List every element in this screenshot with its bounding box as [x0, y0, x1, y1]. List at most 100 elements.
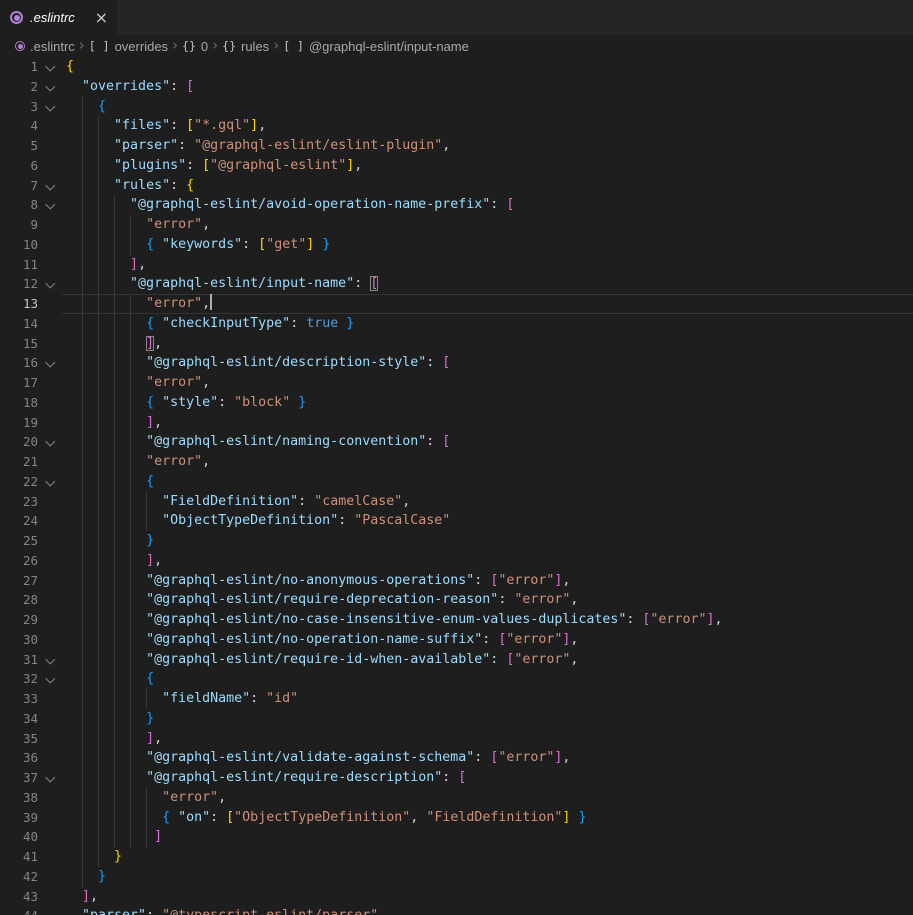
- code-line[interactable]: 21 "error",: [0, 452, 913, 472]
- fold-chevron-icon[interactable]: [46, 674, 55, 683]
- code-line[interactable]: 8 "@graphql-eslint/avoid-operation-name-…: [0, 195, 913, 215]
- code-line-content[interactable]: "@graphql-eslint/require-deprecation-rea…: [62, 590, 913, 610]
- code-line[interactable]: 35 ],: [0, 729, 913, 749]
- code-line-content[interactable]: }: [62, 847, 913, 867]
- code-area[interactable]: 1{2 "overrides": [3 {4 "files": ["*.gql"…: [0, 57, 913, 915]
- fold-chevron-icon[interactable]: [46, 62, 55, 71]
- fold-chevron-icon[interactable]: [46, 180, 55, 189]
- code-line-content[interactable]: "@graphql-eslint/description-style": [: [62, 353, 913, 373]
- code-line[interactable]: 44 "parser": "@typescript-eslint/parser"…: [0, 906, 913, 915]
- code-line[interactable]: 25 }: [0, 531, 913, 551]
- code-line[interactable]: 30 "@graphql-eslint/no-operation-name-su…: [0, 630, 913, 650]
- code-line-content[interactable]: ],: [62, 413, 913, 433]
- code-line[interactable]: 11 ],: [0, 255, 913, 275]
- code-line[interactable]: 4 "files": ["*.gql"],: [0, 116, 913, 136]
- code-line-content[interactable]: ],: [62, 334, 913, 354]
- code-line-content[interactable]: "error",: [62, 215, 913, 235]
- breadcrumb-item[interactable]: [ ]@graphql-eslint/input-name: [283, 39, 469, 54]
- breadcrumb-item[interactable]: .eslintrc: [15, 39, 75, 54]
- code-line[interactable]: 2 "overrides": [: [0, 77, 913, 97]
- fold-chevron-icon[interactable]: [46, 773, 55, 782]
- code-line-content[interactable]: }: [62, 867, 913, 887]
- code-line[interactable]: 14 { "checkInputType": true }: [0, 314, 913, 334]
- code-line-content[interactable]: "error",: [62, 788, 913, 808]
- code-line-content[interactable]: { "checkInputType": true }: [62, 314, 913, 334]
- breadcrumb-item[interactable]: {}0: [182, 39, 208, 54]
- code-line-content[interactable]: ],: [62, 729, 913, 749]
- code-line[interactable]: 28 "@graphql-eslint/require-deprecation-…: [0, 590, 913, 610]
- code-line[interactable]: 10 { "keywords": ["get"] }: [0, 235, 913, 255]
- code-line-content[interactable]: "@graphql-eslint/input-name": [: [62, 274, 913, 294]
- code-line-content[interactable]: ],: [62, 255, 913, 275]
- code-line[interactable]: 7 "rules": {: [0, 176, 913, 196]
- code-line-content[interactable]: "fieldName": "id": [62, 689, 913, 709]
- code-line[interactable]: 15 ],: [0, 334, 913, 354]
- code-line-content[interactable]: "@graphql-eslint/no-case-insensitive-enu…: [62, 610, 913, 630]
- code-line[interactable]: 43 ],: [0, 887, 913, 907]
- code-line-content[interactable]: ],: [62, 551, 913, 571]
- fold-chevron-icon[interactable]: [46, 437, 55, 446]
- code-line-content[interactable]: "parser": "@graphql-eslint/eslint-plugin…: [62, 136, 913, 156]
- code-line-content[interactable]: "FieldDefinition": "camelCase",: [62, 492, 913, 512]
- code-line-content[interactable]: "@graphql-eslint/naming-convention": [: [62, 432, 913, 452]
- code-line-content[interactable]: "@graphql-eslint/avoid-operation-name-pr…: [62, 195, 913, 215]
- code-line[interactable]: 34 }: [0, 709, 913, 729]
- code-line[interactable]: 32 {: [0, 669, 913, 689]
- breadcrumb-item[interactable]: {}rules: [222, 39, 269, 54]
- code-line[interactable]: 19 ],: [0, 413, 913, 433]
- code-line-content[interactable]: }: [62, 531, 913, 551]
- code-line[interactable]: 27 "@graphql-eslint/no-anonymous-operati…: [0, 571, 913, 591]
- code-line[interactable]: 6 "plugins": ["@graphql-eslint"],: [0, 156, 913, 176]
- code-line[interactable]: 33 "fieldName": "id": [0, 689, 913, 709]
- code-line[interactable]: 31 "@graphql-eslint/require-id-when-avai…: [0, 650, 913, 670]
- tab-eslintrc[interactable]: .eslintrc ×: [0, 0, 117, 35]
- breadcrumb-item[interactable]: [ ]overrides: [89, 39, 168, 54]
- fold-chevron-icon[interactable]: [46, 476, 55, 485]
- code-line[interactable]: 29 "@graphql-eslint/no-case-insensitive-…: [0, 610, 913, 630]
- code-line-content[interactable]: "error",: [62, 373, 913, 393]
- code-line-content[interactable]: { "keywords": ["get"] }: [62, 235, 913, 255]
- code-line-content[interactable]: }: [62, 709, 913, 729]
- code-line-content[interactable]: "error",: [62, 452, 913, 472]
- code-line-content[interactable]: "files": ["*.gql"],: [62, 116, 913, 136]
- fold-chevron-icon[interactable]: [46, 81, 55, 90]
- code-line-content[interactable]: "parser": "@typescript-eslint/parser",: [62, 906, 913, 915]
- fold-chevron-icon[interactable]: [46, 101, 55, 110]
- code-line-content[interactable]: { "on": ["ObjectTypeDefinition", "FieldD…: [62, 808, 913, 828]
- code-line[interactable]: 40 ]: [0, 827, 913, 847]
- code-line[interactable]: 13 "error",: [0, 294, 913, 314]
- fold-chevron-icon[interactable]: [46, 200, 55, 209]
- code-line[interactable]: 37 "@graphql-eslint/require-description"…: [0, 768, 913, 788]
- code-line[interactable]: 16 "@graphql-eslint/description-style": …: [0, 353, 913, 373]
- fold-chevron-icon[interactable]: [46, 279, 55, 288]
- code-line[interactable]: 12 "@graphql-eslint/input-name": [: [0, 274, 913, 294]
- code-line-content[interactable]: {: [62, 97, 913, 117]
- code-line-content[interactable]: { "style": "block" }: [62, 393, 913, 413]
- code-line[interactable]: 26 ],: [0, 551, 913, 571]
- code-line[interactable]: 18 { "style": "block" }: [0, 393, 913, 413]
- code-line[interactable]: 3 {: [0, 97, 913, 117]
- code-line[interactable]: 39 { "on": ["ObjectTypeDefinition", "Fie…: [0, 808, 913, 828]
- code-line-content[interactable]: "rules": {: [62, 176, 913, 196]
- fold-chevron-icon[interactable]: [46, 654, 55, 663]
- code-line[interactable]: 38 "error",: [0, 788, 913, 808]
- code-line-content[interactable]: "@graphql-eslint/require-description": [: [62, 768, 913, 788]
- code-line[interactable]: 5 "parser": "@graphql-eslint/eslint-plug…: [0, 136, 913, 156]
- code-line-content[interactable]: {: [62, 669, 913, 689]
- code-line-content[interactable]: "error",: [62, 294, 913, 314]
- code-line-content[interactable]: "overrides": [: [62, 77, 913, 97]
- code-line[interactable]: 42 }: [0, 867, 913, 887]
- code-line-content[interactable]: {: [62, 472, 913, 492]
- code-line-content[interactable]: "@graphql-eslint/no-operation-name-suffi…: [62, 630, 913, 650]
- fold-chevron-icon[interactable]: [46, 358, 55, 367]
- code-line-content[interactable]: "plugins": ["@graphql-eslint"],: [62, 156, 913, 176]
- code-line[interactable]: 20 "@graphql-eslint/naming-convention": …: [0, 432, 913, 452]
- code-line[interactable]: 41 }: [0, 847, 913, 867]
- code-line[interactable]: 9 "error",: [0, 215, 913, 235]
- code-line[interactable]: 23 "FieldDefinition": "camelCase",: [0, 492, 913, 512]
- code-line[interactable]: 24 "ObjectTypeDefinition": "PascalCase": [0, 511, 913, 531]
- code-line-content[interactable]: "ObjectTypeDefinition": "PascalCase": [62, 511, 913, 531]
- code-line-content[interactable]: ],: [62, 887, 913, 907]
- code-line[interactable]: 1{: [0, 57, 913, 77]
- code-line[interactable]: 17 "error",: [0, 373, 913, 393]
